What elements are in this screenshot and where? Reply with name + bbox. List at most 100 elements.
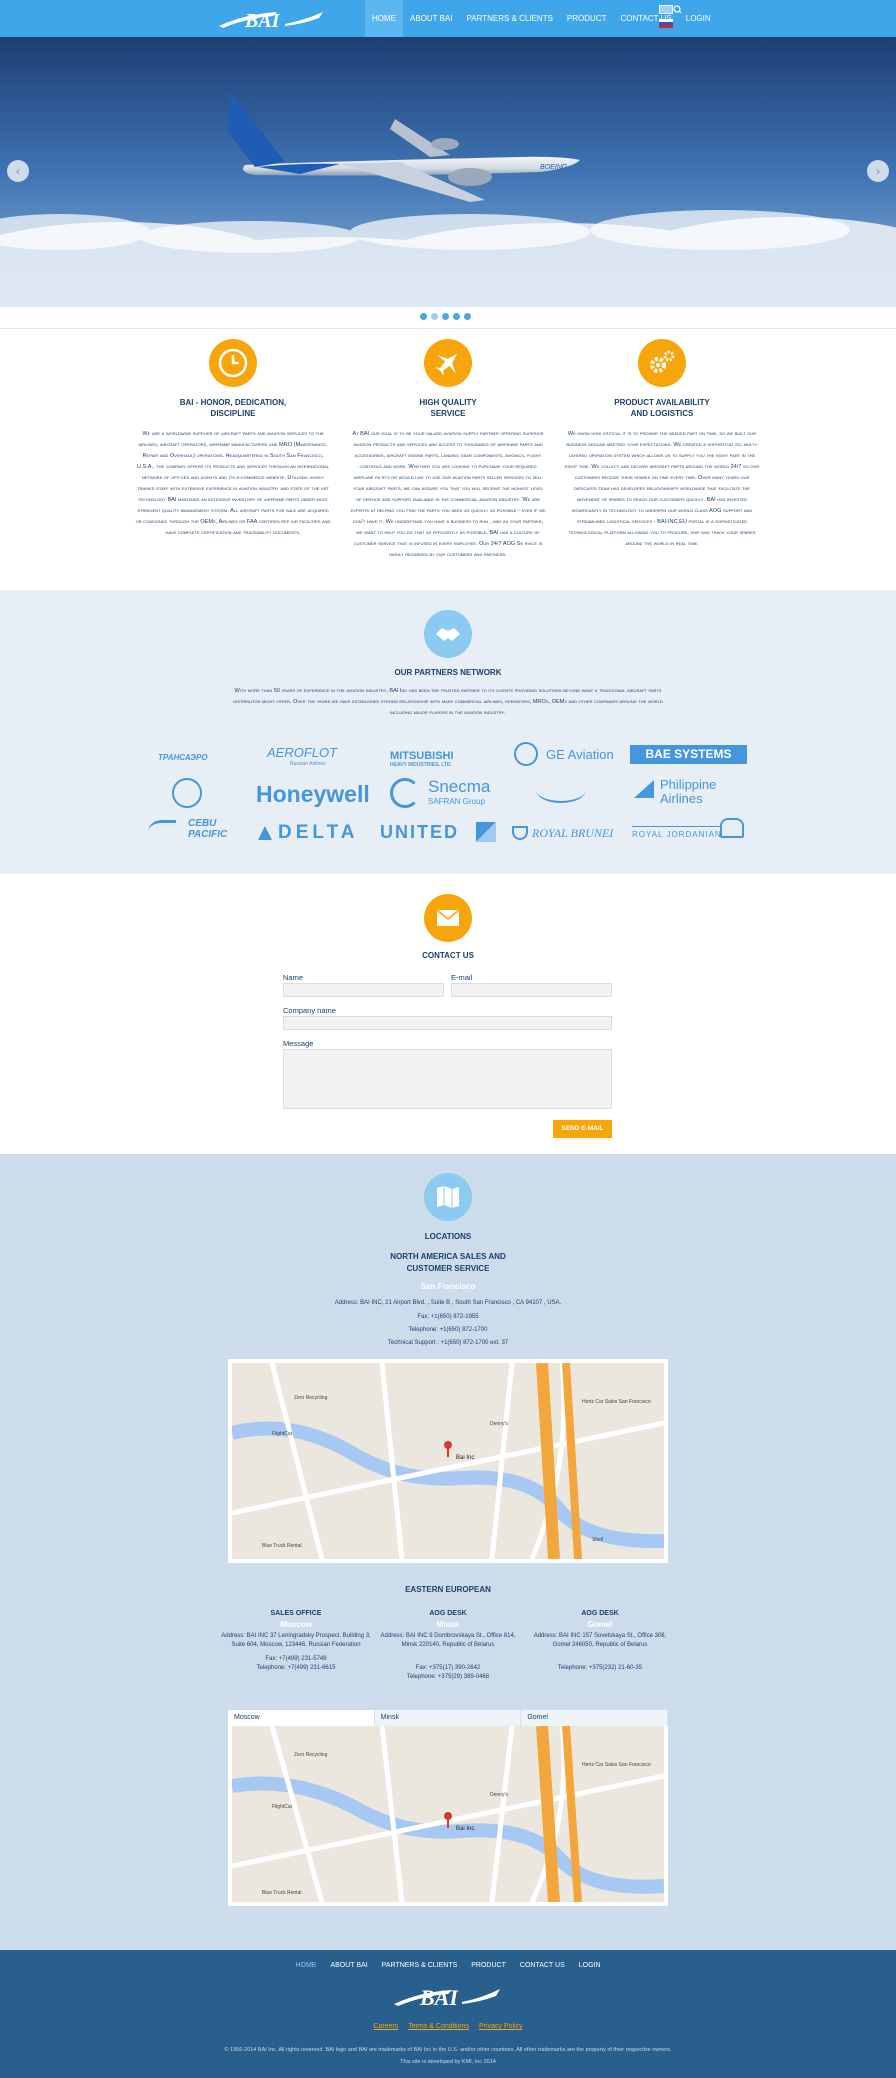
svg-text:Hertz Car Sales San Francisco: Hertz Car Sales San Francisco — [582, 1762, 651, 1768]
office-minsk: AOG DESK Minsk Address: BAI INC 9 Dombro… — [373, 1609, 523, 1682]
na-phone: Telephone: +1(650) 872-1700 — [408, 1327, 488, 1333]
logo-mitsubishi: MITSUBISHI — [390, 750, 454, 762]
svg-text:Denny's: Denny's — [490, 1421, 508, 1427]
office-title: AOG DESK — [429, 1610, 467, 1617]
flag-russia-icon[interactable] — [659, 19, 673, 28]
feature-text: We know how critical it is to provide th… — [564, 431, 760, 547]
office-title: AOG DESK — [581, 1610, 619, 1617]
feature-text: At BAI our goal is to be your valued avi… — [350, 431, 546, 558]
office-title: SALES OFFICE — [270, 1610, 322, 1617]
nav-product[interactable]: PRODUCT — [560, 0, 614, 37]
logo-transaero: ТРАНСАЭРО — [158, 753, 208, 762]
office-city: Gomel — [587, 1620, 613, 1629]
na-title: NORTH AMERICA SALES AND CUSTOMER SERVICE — [390, 1252, 506, 1273]
partners-title: OUR PARTNERS NETWORK — [394, 668, 502, 677]
logo-philippine-airlines: Philippine Airlines — [660, 777, 717, 806]
svg-text:BOEING: BOEING — [540, 164, 568, 171]
feature-logistics: PRODUCT AVAILABILITY AND LOGISTICS We kn… — [564, 339, 760, 550]
locations-section: LOCATIONS NORTH AMERICA SALES AND CUSTOM… — [0, 1154, 896, 1950]
logo-mitsubishi-sub: HEAVY INDUSTRIES, LTD. — [390, 762, 452, 768]
email-input[interactable] — [451, 983, 612, 997]
footer-links: Careers Terms & Conditions Privacy Polic… — [0, 2023, 896, 2030]
feature-text: We are a worldwide supplier of aircraft … — [135, 431, 331, 536]
search-icon[interactable] — [673, 5, 682, 14]
map-pin-label: Bai Inc — [456, 1455, 474, 1461]
feature-honor: BAI - HONOR, DEDICATION, DISCIPLINE We a… — [135, 339, 331, 539]
bai-logo[interactable]: BAI — [215, 4, 327, 34]
footer-nav-home[interactable]: HOME — [295, 1962, 316, 1969]
nav-partners[interactable]: PARTNERS & CLIENTS — [460, 0, 560, 37]
name-input[interactable] — [283, 983, 444, 997]
hero-next-arrow[interactable]: › — [867, 160, 889, 182]
feature-icon-circle — [424, 339, 472, 387]
feature-icon-circle — [638, 339, 686, 387]
office-address: Address: BAI INC 157 Sovetskaya St., Off… — [533, 1633, 667, 1648]
svg-text:Blue Truck Rental: Blue Truck Rental — [262, 1890, 301, 1896]
slider-dot-2[interactable] — [431, 313, 438, 320]
slider-dot-1[interactable] — [420, 313, 427, 320]
slider-dot-3[interactable] — [442, 313, 449, 320]
logo-text: BAI — [244, 10, 281, 32]
footer-nav-login[interactable]: LOGIN — [579, 1962, 601, 1969]
company-input[interactable] — [283, 1016, 612, 1030]
nav-home[interactable]: HOME — [365, 0, 403, 37]
office-phone: Telephone: +7(499) 231-6615 — [256, 1665, 336, 1671]
cebu-wave-icon — [148, 820, 176, 844]
footer-nav-contact[interactable]: CONTACT US — [520, 1962, 565, 1969]
top-header: BAI HOME ABOUT BAI PARTNERS & CLIENTS PR… — [0, 0, 896, 37]
delta-triangle-icon — [258, 826, 272, 840]
hero-prev-arrow[interactable]: ‹ — [7, 160, 29, 182]
na-city: San Francisco — [420, 1282, 476, 1291]
eu-title: EASTERN EUROPEAN — [405, 1585, 491, 1594]
logo-united: UNITED — [380, 822, 459, 842]
nav-about[interactable]: ABOUT BAI — [403, 0, 460, 37]
hero-slider: BOEING ‹ › — [0, 37, 896, 307]
office-address: Address: BAI INC 37 Leningradsky Prospec… — [221, 1633, 371, 1648]
gears-icon — [650, 350, 675, 373]
tab-moscow[interactable]: Moscow — [228, 1710, 375, 1726]
careers-link[interactable]: Careers — [373, 2023, 398, 2030]
name-label: Name — [283, 973, 304, 982]
svg-text:Blue Truck Rental: Blue Truck Rental — [262, 1543, 301, 1549]
logo-delta: DELTA — [278, 822, 359, 843]
company-label: Company name — [283, 1006, 336, 1015]
divider — [0, 328, 896, 329]
footer-nav-about[interactable]: ABOUT BAI — [330, 1962, 367, 1969]
partners-text: With more than 50 years of experience in… — [233, 688, 663, 716]
tab-gomel[interactable]: Gomel — [521, 1710, 669, 1726]
clock-icon — [218, 348, 248, 378]
svg-text:FlightCar: FlightCar — [272, 1431, 293, 1437]
footer-nav-partners[interactable]: PARTNERS & CLIENTS — [382, 1962, 458, 1969]
privacy-link[interactable]: Privacy Policy — [479, 2023, 523, 2030]
terms-link[interactable]: Terms & Conditions — [408, 2023, 469, 2030]
logo-aeroflot: AEROFLOT — [267, 745, 338, 760]
office-city: Minsk — [436, 1620, 460, 1629]
feature-icon-circle — [209, 339, 257, 387]
site-footer: HOME ABOUT BAI PARTNERS & CLIENTS PRODUC… — [0, 1950, 896, 2078]
message-textarea[interactable] — [283, 1049, 612, 1109]
handshake-icon — [424, 610, 472, 658]
office-gomel: AOG DESK Gomel Address: BAI INC 157 Sove… — [525, 1609, 675, 1673]
svg-text:BAI: BAI — [419, 1985, 459, 2010]
footer-nav-product[interactable]: PRODUCT — [471, 1962, 506, 1969]
flag-uk-icon[interactable] — [659, 5, 673, 14]
office-moscow: SALES OFFICE Moscow Address: BAI INC 37 … — [221, 1609, 371, 1673]
na-fax: Fax: +1(650) 872-1955 — [417, 1314, 479, 1320]
nav-login[interactable]: LOGIN — [679, 0, 718, 37]
logo-royal-jordanian: ROYAL JORDANIAN — [632, 826, 722, 839]
contact-title: CONTACT US — [422, 951, 474, 960]
slider-dot-5[interactable] — [464, 313, 471, 320]
send-email-button[interactable]: SEND E-MAIL — [553, 1120, 612, 1138]
office-city: Moscow — [280, 1620, 312, 1629]
royal-brunei-crest-icon — [512, 826, 528, 840]
svg-text:Shell: Shell — [592, 1537, 603, 1543]
svg-text:Bai Inc: Bai Inc — [456, 1826, 474, 1832]
slider-dots — [420, 313, 471, 320]
slider-dot-4[interactable] — [453, 313, 460, 320]
san-francisco-map[interactable]: Bai Inc Zero Recycling Denny's FlightCar… — [228, 1359, 668, 1563]
snecma-swirl-icon — [390, 778, 420, 808]
office-map[interactable]: Bai Inc Zero Recycling Denny's FlightCar… — [228, 1726, 668, 1906]
footer-logo[interactable]: BAI — [390, 1980, 506, 2012]
tab-minsk[interactable]: Minsk — [374, 1710, 522, 1726]
logo-cebu-pacific: CEBU PACIFIC — [188, 818, 228, 840]
